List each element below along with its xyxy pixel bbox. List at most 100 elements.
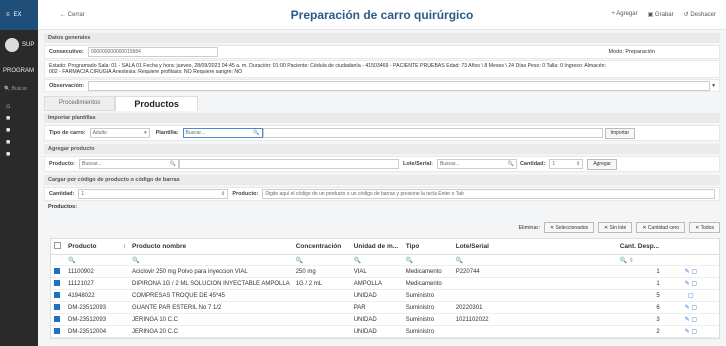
barcode-qty-input[interactable]: 1 ⇕ [78,189,229,199]
search-icon[interactable]: 🔍 ⇕ [616,254,663,266]
search-icon[interactable]: 🔍 [350,254,403,266]
search-icon[interactable]: 🔍 [129,254,293,266]
search-icon: 🔍 [253,130,260,136]
table-row[interactable]: DM-23512093 JERINGA 10 C.C UNIDAD Suministr… [51,313,719,326]
table-row[interactable]: 11121027 DIPIRONA 1G / 2 ML SOLUCION INYE… [51,277,719,290]
header-producto[interactable]: Producto ↑ [65,239,129,255]
sidebar-search[interactable]: 🔍 Buscar [0,86,38,92]
header-cantidad[interactable]: Cant. Desp... [616,239,663,255]
chevron-down-icon: ▾ [144,130,147,136]
header-concentracion[interactable]: Concentración [292,239,351,255]
delete-zero-label: Cantidad cero [647,224,680,231]
header-tipo[interactable]: Tipo [402,239,453,255]
edit-icon[interactable]: ✎ [685,317,690,323]
header-select[interactable] [51,239,65,255]
table-cell: Medicamento [402,265,453,278]
table-cell: 1 [616,277,663,290]
program-label: PROGRAM [3,68,35,74]
add-heading: Agregar producto [44,144,720,154]
row-actions: ▢ [662,289,719,302]
save-button[interactable]: ▣ Grabar [648,11,674,18]
delete-icon[interactable]: ▢ [691,281,697,287]
row-checkbox[interactable] [51,265,65,278]
main-area: ← Cerrar Preparación de carro quirúrgico… [38,0,726,346]
barcode-product-label: Producto: [232,191,259,197]
add-product-button[interactable]: Agregar [587,158,618,170]
qty-input[interactable]: 1 ⇕ [549,159,584,169]
table-cell: Suministro [402,325,453,338]
search-icon[interactable]: 🔍 [402,254,453,266]
header-nombre[interactable]: Producto nombre [129,239,293,255]
row-actions: ✎ ▢ [662,277,719,290]
add-button[interactable]: + Agregar [611,11,637,18]
import-button[interactable]: Importar [604,127,636,139]
edit-icon[interactable]: ✎ [685,329,690,335]
sidebar-icons: ⌂ ■ ■ ■ ■ [0,100,38,160]
header-lote[interactable]: Lote/Serial [452,239,617,255]
row-checkbox[interactable] [51,289,65,302]
product-placeholder: Buscar... [81,161,102,167]
table-cell: 11121027 [65,277,129,290]
table-cell: 3 [616,313,663,326]
folder-icon[interactable]: ■ [6,136,38,148]
table-row[interactable]: 11100902 Aciclovir 250 mg Polvo para inye… [51,265,719,278]
delete-zero-button[interactable]: ✕ Cantidad cero [636,222,686,233]
delete-icon[interactable]: ▢ [688,293,694,299]
table-row[interactable]: DM-23512093 GUANTE PAR ESTERIL No 7 1/2 PA… [51,301,719,314]
delete-icon[interactable]: ▢ [691,269,697,275]
undo-button[interactable]: ↺ Deshacer [684,11,716,18]
table-cell: 6 [616,301,663,314]
search-icon[interactable]: 🔍 [292,254,351,266]
row-checkbox[interactable] [51,301,65,314]
product-label: Producto: [49,161,75,167]
table-row[interactable]: DM-23512004 JERINGA 20 C.C UNIDAD Suministr… [51,325,719,338]
observation-field[interactable] [88,80,711,91]
chevron-down-icon[interactable]: ▾ [712,83,715,89]
qty-value: 1 [552,161,556,167]
select-all-checkbox[interactable] [54,242,61,249]
table-cell: GUANTE PAR ESTERIL No 7 1/2 [129,301,293,314]
row-checkbox[interactable] [51,277,65,290]
checkbox-icon [54,327,60,334]
folder-icon[interactable]: ■ [6,148,38,160]
filter-row: 🔍 🔍 🔍 🔍 🔍 🔍 🔍 ⇕ [51,254,719,266]
row-actions: ✎ ▢ [662,313,719,326]
cart-type-select[interactable]: Adulto ▾ [89,128,150,138]
tab-productos[interactable]: Productos [115,96,198,111]
stepper-icon[interactable]: ⇕ [221,191,225,197]
delete-no-lot-button[interactable]: ✕ Sin lote [598,222,633,233]
search-icon[interactable]: 🔍 [452,254,617,266]
row-checkbox[interactable] [51,325,65,338]
edit-icon[interactable]: ✎ [685,281,690,287]
table-cell: VIAL [350,265,403,278]
template-input[interactable]: Buscar... 🔍 [182,128,263,138]
stepper-icon[interactable]: ⇕ [576,161,580,167]
menu-icon[interactable]: ≡ [6,12,10,18]
user-area[interactable]: SUP [0,38,38,52]
delete-icon[interactable]: ▢ [691,329,697,335]
save-icon: ▣ [647,12,654,18]
folder-icon[interactable]: ■ [6,112,38,124]
tab-procedimientos[interactable]: Procedimientos [44,96,116,111]
search-icon: 🔍 [507,161,514,167]
table-row[interactable]: 41948022 COMPRESAS TROQUE DE 45*45 UNIDAD S… [51,289,719,302]
product-input[interactable]: Buscar... 🔍 [78,159,179,169]
table-cell: DM-23512004 [65,325,129,338]
search-icon[interactable]: 🔍 [65,254,129,266]
delete-selected-button[interactable]: ✕ Seleccionados [543,222,595,233]
home-icon[interactable]: ⌂ [6,100,38,112]
lot-input[interactable]: Buscar... 🔍 [436,159,517,169]
table-cell: UNIDAD [350,289,403,302]
consec-field[interactable]: 000000000000015884 [87,47,218,57]
folder-icon[interactable]: ■ [6,124,38,136]
delete-icon[interactable]: ▢ [691,305,697,311]
edit-icon[interactable]: ✎ [685,305,690,311]
edit-icon[interactable]: ✎ [685,269,690,275]
delete-icon[interactable]: ▢ [691,317,697,323]
table-cell: 11100902 [65,265,129,278]
barcode-input[interactable]: Digite aquí el código de un producto o u… [262,189,715,199]
header-unidad[interactable]: Unidad de m... [350,239,403,255]
delete-all-button[interactable]: ✕ Todos [689,222,720,233]
table-cell: P220744 [452,265,617,278]
row-checkbox[interactable] [51,313,65,326]
